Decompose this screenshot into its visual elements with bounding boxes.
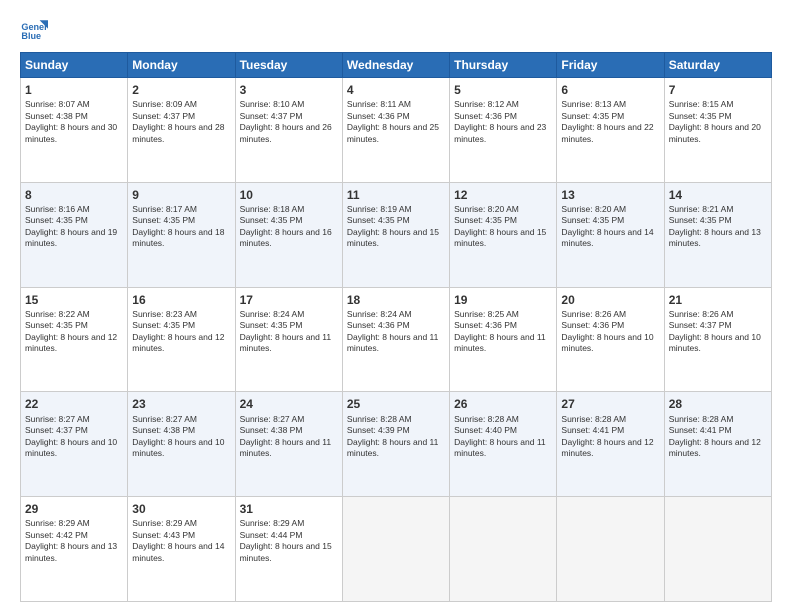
header: General Blue — [20, 16, 772, 44]
table-row: 9Sunrise: 8:17 AMSunset: 4:35 PMDaylight… — [128, 182, 235, 287]
table-row: 31Sunrise: 8:29 AMSunset: 4:44 PMDayligh… — [235, 497, 342, 602]
table-row: 10Sunrise: 8:18 AMSunset: 4:35 PMDayligh… — [235, 182, 342, 287]
table-row: 8Sunrise: 8:16 AMSunset: 4:35 PMDaylight… — [21, 182, 128, 287]
table-row: 5Sunrise: 8:12 AMSunset: 4:36 PMDaylight… — [450, 78, 557, 183]
svg-text:Blue: Blue — [21, 31, 41, 41]
table-row: 3Sunrise: 8:10 AMSunset: 4:37 PMDaylight… — [235, 78, 342, 183]
table-row: 28Sunrise: 8:28 AMSunset: 4:41 PMDayligh… — [664, 392, 771, 497]
col-header-thursday: Thursday — [450, 53, 557, 78]
table-row: 11Sunrise: 8:19 AMSunset: 4:35 PMDayligh… — [342, 182, 449, 287]
table-row — [557, 497, 664, 602]
table-row: 6Sunrise: 8:13 AMSunset: 4:35 PMDaylight… — [557, 78, 664, 183]
table-row — [664, 497, 771, 602]
table-row: 29Sunrise: 8:29 AMSunset: 4:42 PMDayligh… — [21, 497, 128, 602]
table-row — [450, 497, 557, 602]
col-header-friday: Friday — [557, 53, 664, 78]
table-row: 19Sunrise: 8:25 AMSunset: 4:36 PMDayligh… — [450, 287, 557, 392]
col-header-sunday: Sunday — [21, 53, 128, 78]
calendar-table: SundayMondayTuesdayWednesdayThursdayFrid… — [20, 52, 772, 602]
table-row: 1Sunrise: 8:07 AMSunset: 4:38 PMDaylight… — [21, 78, 128, 183]
col-header-tuesday: Tuesday — [235, 53, 342, 78]
col-header-wednesday: Wednesday — [342, 53, 449, 78]
table-row: 7Sunrise: 8:15 AMSunset: 4:35 PMDaylight… — [664, 78, 771, 183]
table-row: 26Sunrise: 8:28 AMSunset: 4:40 PMDayligh… — [450, 392, 557, 497]
table-row — [342, 497, 449, 602]
table-row: 27Sunrise: 8:28 AMSunset: 4:41 PMDayligh… — [557, 392, 664, 497]
table-row: 2Sunrise: 8:09 AMSunset: 4:37 PMDaylight… — [128, 78, 235, 183]
table-row: 18Sunrise: 8:24 AMSunset: 4:36 PMDayligh… — [342, 287, 449, 392]
table-row: 4Sunrise: 8:11 AMSunset: 4:36 PMDaylight… — [342, 78, 449, 183]
logo: General Blue — [20, 16, 48, 44]
table-row: 20Sunrise: 8:26 AMSunset: 4:36 PMDayligh… — [557, 287, 664, 392]
table-row: 23Sunrise: 8:27 AMSunset: 4:38 PMDayligh… — [128, 392, 235, 497]
table-row: 15Sunrise: 8:22 AMSunset: 4:35 PMDayligh… — [21, 287, 128, 392]
table-row: 14Sunrise: 8:21 AMSunset: 4:35 PMDayligh… — [664, 182, 771, 287]
table-row: 25Sunrise: 8:28 AMSunset: 4:39 PMDayligh… — [342, 392, 449, 497]
table-row: 21Sunrise: 8:26 AMSunset: 4:37 PMDayligh… — [664, 287, 771, 392]
table-row: 24Sunrise: 8:27 AMSunset: 4:38 PMDayligh… — [235, 392, 342, 497]
col-header-monday: Monday — [128, 53, 235, 78]
table-row: 16Sunrise: 8:23 AMSunset: 4:35 PMDayligh… — [128, 287, 235, 392]
table-row: 12Sunrise: 8:20 AMSunset: 4:35 PMDayligh… — [450, 182, 557, 287]
table-row: 13Sunrise: 8:20 AMSunset: 4:35 PMDayligh… — [557, 182, 664, 287]
col-header-saturday: Saturday — [664, 53, 771, 78]
table-row: 30Sunrise: 8:29 AMSunset: 4:43 PMDayligh… — [128, 497, 235, 602]
table-row: 17Sunrise: 8:24 AMSunset: 4:35 PMDayligh… — [235, 287, 342, 392]
table-row: 22Sunrise: 8:27 AMSunset: 4:37 PMDayligh… — [21, 392, 128, 497]
